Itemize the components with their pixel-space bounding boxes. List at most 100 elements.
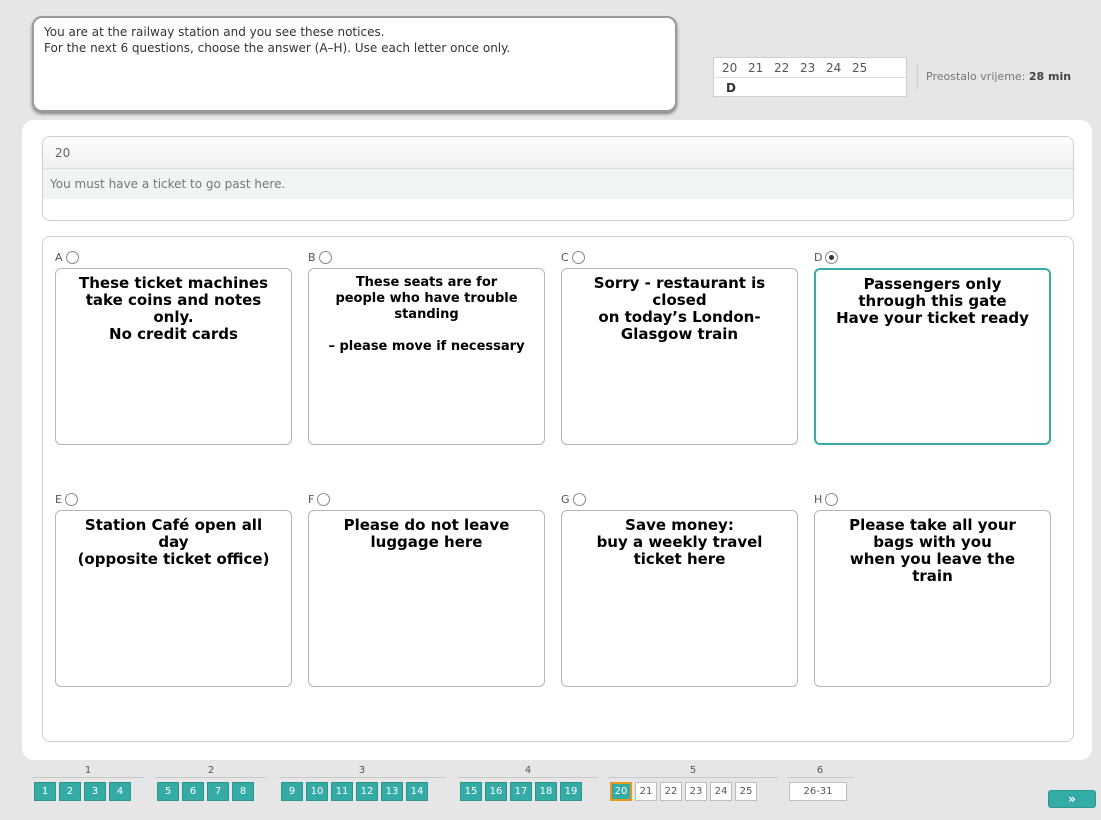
- nav-group-label: 6: [787, 764, 853, 778]
- nav-question-button[interactable]: 21: [635, 782, 657, 801]
- option-letter: F: [308, 492, 315, 506]
- nav-question-button[interactable]: 15: [460, 782, 482, 801]
- notice-text: Station Café open all day (opposite tick…: [77, 516, 270, 568]
- nav-question-button-current[interactable]: 20: [610, 782, 632, 801]
- notice-card[interactable]: These seats are for people who have trou…: [308, 268, 545, 445]
- question-box: 20 You must have a ticket to go past her…: [42, 136, 1074, 221]
- option-d[interactable]: D Passengers only through this gate Have…: [814, 249, 1051, 445]
- nav-question-button[interactable]: 16: [485, 782, 507, 801]
- nav-group-5: 5 20 21 22 23 24 25: [608, 764, 778, 801]
- notice-text: Save money: buy a weekly travel ticket h…: [596, 516, 763, 568]
- notice-card[interactable]: These ticket machines take coins and not…: [55, 268, 292, 445]
- nav-question-button[interactable]: 7: [207, 782, 229, 801]
- option-letter: D: [814, 250, 823, 264]
- nav-group-3: 3 9 10 11 12 13 14: [279, 764, 445, 801]
- nav-question-button[interactable]: 11: [331, 782, 353, 801]
- option-c[interactable]: C Sorry - restaurant is closed on today’…: [561, 249, 798, 445]
- option-a[interactable]: A These ticket machines take coins and n…: [55, 249, 292, 445]
- timer-value: 28 min: [1028, 70, 1072, 83]
- nav-question-button[interactable]: 12: [356, 782, 378, 801]
- nav-group-2: 2 5 6 7 8: [155, 764, 267, 801]
- option-letter: E: [55, 492, 62, 506]
- table-question-number[interactable]: 23: [800, 61, 826, 75]
- radio-button[interactable]: [572, 492, 586, 506]
- option-b[interactable]: B These seats are for people who have tr…: [308, 249, 545, 445]
- notice-card-selected[interactable]: Passengers only through this gate Have y…: [814, 268, 1051, 445]
- timer-label: Preostalo vrijeme:: [926, 70, 1026, 83]
- option-f[interactable]: F Please do not leave luggage here: [308, 491, 545, 687]
- option-g[interactable]: G Save money: buy a weekly travel ticket…: [561, 491, 798, 687]
- nav-group-label: 5: [608, 764, 778, 778]
- nav-question-button[interactable]: 18: [535, 782, 557, 801]
- table-question-number[interactable]: 25: [852, 61, 878, 75]
- notice-text: Please do not leave luggage here: [343, 516, 510, 551]
- question-answer-table: 20 21 22 23 24 25 D: [713, 57, 907, 97]
- nav-question-button[interactable]: 9: [281, 782, 303, 801]
- question-text: You must have a ticket to go past here.: [43, 169, 1073, 199]
- notice-card[interactable]: Please do not leave luggage here: [308, 510, 545, 687]
- option-e[interactable]: E Station Café open all day (opposite ti…: [55, 491, 292, 687]
- nav-question-button[interactable]: 6: [182, 782, 204, 801]
- remaining-time: Preostalo vrijeme: 28 min: [926, 70, 1071, 83]
- options-box: A These ticket machines take coins and n…: [42, 236, 1074, 742]
- table-question-number[interactable]: 21: [748, 61, 774, 75]
- nav-question-button[interactable]: 14: [406, 782, 428, 801]
- nav-question-button[interactable]: 4: [109, 782, 131, 801]
- radio-button-selected[interactable]: [825, 250, 839, 264]
- nav-group-label: 4: [458, 764, 598, 778]
- notice-card[interactable]: Station Café open all day (opposite tick…: [55, 510, 292, 687]
- nav-group-label: 1: [32, 764, 144, 778]
- table-question-number[interactable]: 20: [722, 61, 748, 75]
- radio-button[interactable]: [64, 492, 78, 506]
- nav-question-button[interactable]: 24: [710, 782, 732, 801]
- radio-button[interactable]: [318, 250, 332, 264]
- notice-card[interactable]: Please take all your bags with you when …: [814, 510, 1051, 687]
- nav-question-button[interactable]: 25: [735, 782, 757, 801]
- radio-button[interactable]: [65, 250, 79, 264]
- notice-card[interactable]: Sorry - restaurant is closed on today’s …: [561, 268, 798, 445]
- nav-question-button[interactable]: 17: [510, 782, 532, 801]
- table-answer: D: [726, 80, 736, 95]
- instructions-box: You are at the railway station and you s…: [32, 16, 677, 112]
- notice-text: These seats are for people who have trou…: [328, 275, 525, 354]
- nav-question-button[interactable]: 1: [34, 782, 56, 801]
- nav-question-button[interactable]: 5: [157, 782, 179, 801]
- nav-question-button[interactable]: 10: [306, 782, 328, 801]
- option-letter: C: [561, 250, 569, 264]
- option-letter: G: [561, 492, 570, 506]
- nav-question-button[interactable]: 23: [685, 782, 707, 801]
- table-question-number[interactable]: 24: [826, 61, 852, 75]
- main-panel: 20 You must have a ticket to go past her…: [22, 120, 1092, 760]
- table-question-number[interactable]: 22: [774, 61, 800, 75]
- radio-button[interactable]: [571, 250, 585, 264]
- radio-button[interactable]: [825, 492, 839, 506]
- nav-group-6: 6 26-31: [787, 764, 853, 801]
- nav-group-label: 2: [155, 764, 267, 778]
- option-letter: B: [308, 250, 316, 264]
- nav-group-1: 1 1 2 3 4: [32, 764, 144, 801]
- nav-group-4: 4 15 16 17 18 19: [458, 764, 598, 801]
- nav-question-button[interactable]: 8: [232, 782, 254, 801]
- nav-question-button[interactable]: 2: [59, 782, 81, 801]
- notice-text: Passengers only through this gate Have y…: [836, 275, 1029, 327]
- notice-text: These ticket machines take coins and not…: [79, 274, 268, 343]
- nav-group-label: 3: [279, 764, 445, 778]
- nav-question-button[interactable]: 22: [660, 782, 682, 801]
- option-letter: A: [55, 250, 63, 264]
- nav-question-button[interactable]: 3: [84, 782, 106, 801]
- nav-question-button[interactable]: 13: [381, 782, 403, 801]
- question-navigation: 1 1 2 3 4 2 5 6 7 8 3 9 10 11 12 13 14 4…: [0, 764, 1101, 820]
- notice-card[interactable]: Save money: buy a weekly travel ticket h…: [561, 510, 798, 687]
- radio-button[interactable]: [317, 492, 331, 506]
- notice-text: Please take all your bags with you when …: [849, 516, 1016, 585]
- nav-question-button[interactable]: 19: [560, 782, 582, 801]
- nav-question-button[interactable]: 26-31: [789, 782, 847, 801]
- question-number: 20: [43, 137, 1073, 169]
- notice-text: Sorry - restaurant is closed on today’s …: [593, 274, 766, 343]
- option-h[interactable]: H Please take all your bags with you whe…: [814, 491, 1051, 687]
- instructions-line-1: You are at the railway station and you s…: [44, 25, 385, 39]
- instructions-line-2: For the next 6 questions, choose the ans…: [44, 41, 511, 55]
- timer-divider: [917, 64, 918, 90]
- option-letter: H: [814, 492, 823, 506]
- next-button[interactable]: »: [1048, 790, 1096, 808]
